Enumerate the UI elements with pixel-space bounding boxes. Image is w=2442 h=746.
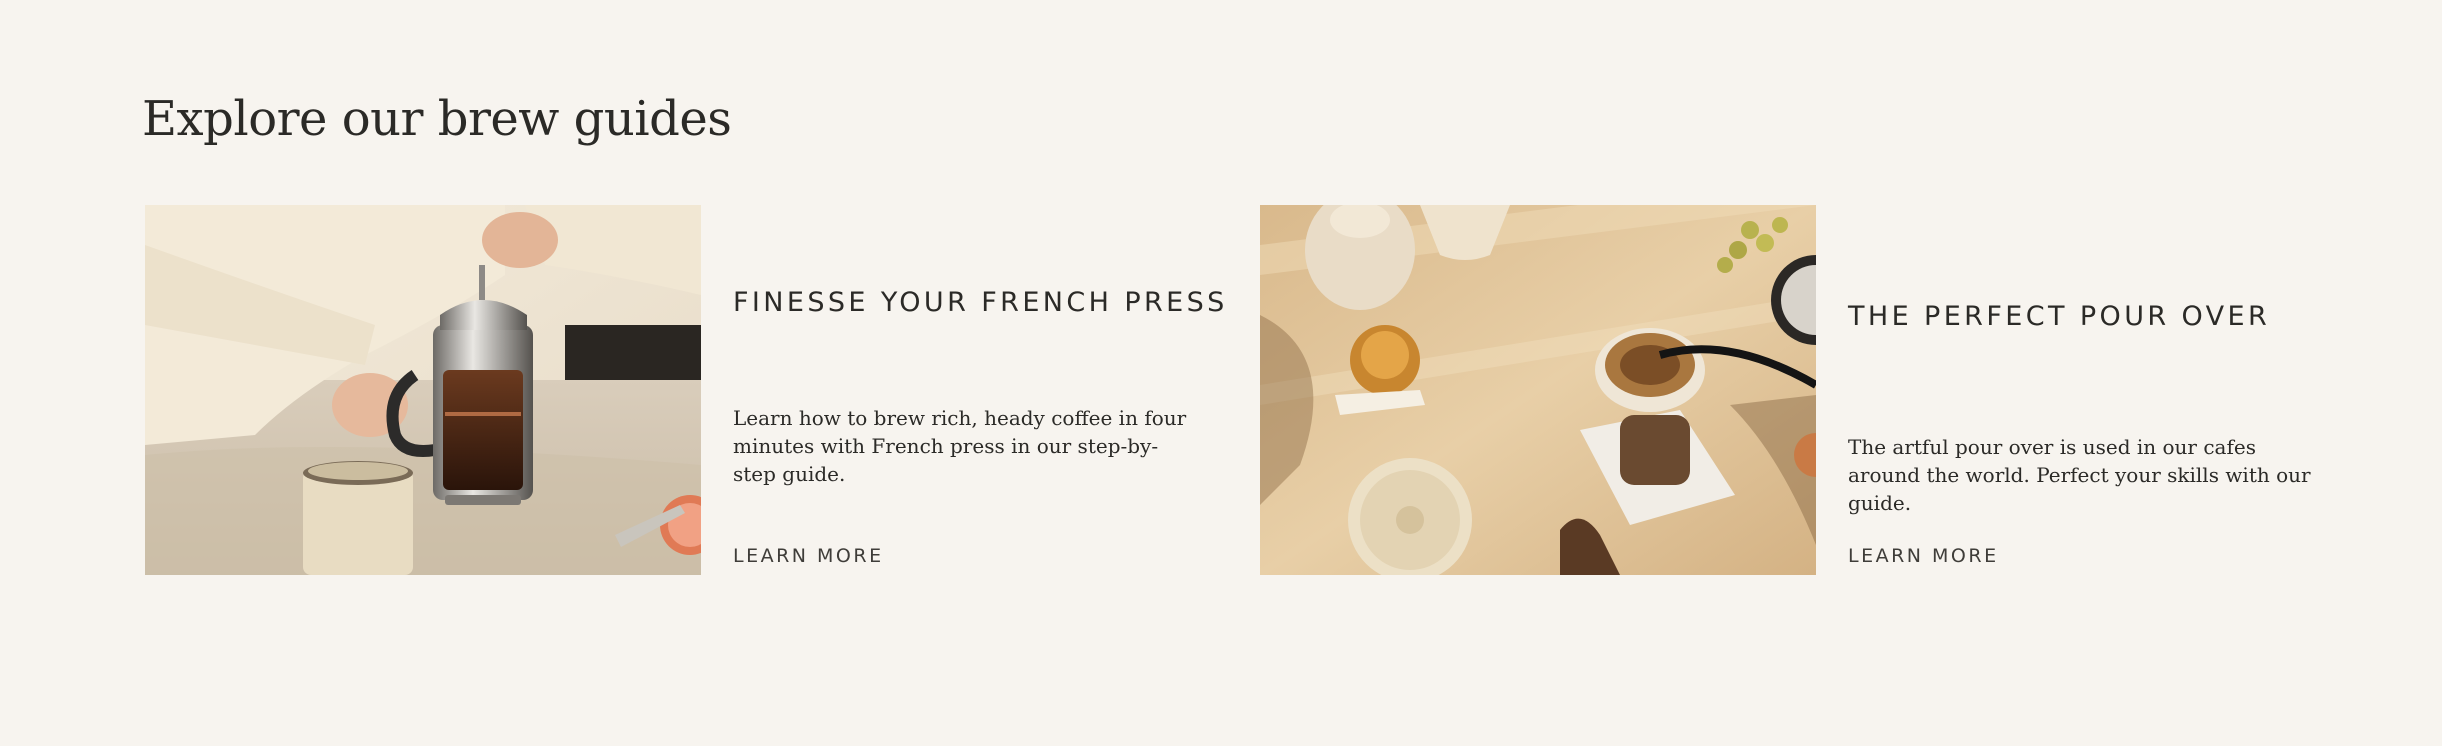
learn-more-link[interactable]: LEARN MORE	[733, 545, 884, 567]
guide-card-text: THE PERFECT POUR OVER The artful pour ov…	[1848, 205, 2318, 575]
learn-more-link[interactable]: LEARN MORE	[1848, 545, 1999, 567]
guide-title: FINESSE YOUR FRENCH PRESS	[733, 287, 1228, 318]
guide-description: Learn how to brew rich, heady coffee in …	[733, 406, 1187, 486]
guide-card-french-press: FINESSE YOUR FRENCH PRESS Learn how to b…	[145, 205, 1225, 575]
guide-title: THE PERFECT POUR OVER	[1848, 301, 2271, 332]
guide-description: The artful pour over is used in our cafe…	[1848, 435, 2311, 515]
french-press-image[interactable]	[145, 205, 701, 575]
brew-guides-section: Explore our brew guides FINESSE YOUR FRE…	[0, 0, 2442, 746]
pour-over-image[interactable]	[1260, 205, 1816, 575]
guide-card-pour-over: THE PERFECT POUR OVER The artful pour ov…	[1260, 205, 2340, 575]
section-title: Explore our brew guides	[142, 91, 732, 147]
guide-card-text: FINESSE YOUR FRENCH PRESS Learn how to b…	[733, 205, 1224, 575]
